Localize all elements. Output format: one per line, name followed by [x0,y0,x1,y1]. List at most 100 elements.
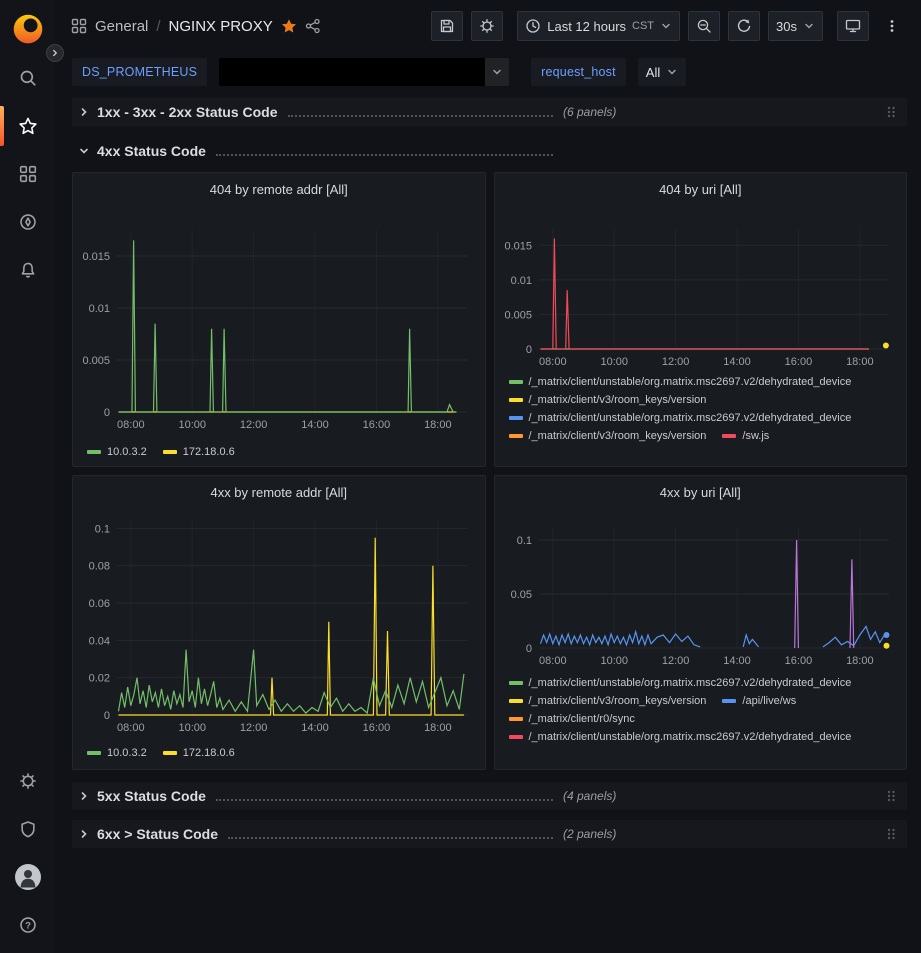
legend-item[interactable]: /api/live/ws [722,694,796,708]
apps-grid-icon [71,18,87,34]
row-drag-handle[interactable] [881,103,901,121]
legend-item[interactable]: /_matrix/client/unstable/org.matrix.msc2… [509,676,852,690]
row-header-left: 6xx > Status Code [78,826,563,842]
sidebar-item-search[interactable] [0,54,55,102]
share-icon[interactable] [305,18,321,34]
panel-title[interactable]: 4xx by uri [All] [503,482,899,506]
breadcrumb-folder[interactable]: General [95,18,148,35]
avatar [15,864,41,890]
legend-item[interactable]: 10.0.3.2 [87,746,147,760]
legend-swatch [163,450,177,454]
row-drag-handle[interactable] [881,787,901,805]
svg-text:0.05: 0.05 [510,589,531,601]
legend-swatch [722,434,736,438]
svg-text:0: 0 [525,643,531,655]
time-range-label: Last 12 hours [547,19,626,34]
dashboard-settings-button[interactable] [471,11,503,41]
svg-text:18:00: 18:00 [846,655,874,667]
zoom-out-time-button[interactable] [688,11,720,41]
row-dotted-leader [216,792,553,801]
row-6xx[interactable]: 6xx > Status Code (2 panels) [72,820,907,848]
cycle-view-mode-button[interactable] [837,11,869,41]
svg-text:0.01: 0.01 [89,303,110,315]
variables-bar: DS_PROMETHEUS request_host All [55,52,921,92]
chevron-right-icon [78,790,90,802]
row-drag-handle[interactable] [881,825,901,843]
legend-item[interactable]: /_matrix/client/v3/room_keys/version [509,429,707,443]
sidebar-item-starred[interactable] [0,102,55,150]
refresh-icon [736,18,752,34]
svg-text:14:00: 14:00 [301,722,329,734]
svg-text:10:00: 10:00 [600,655,628,667]
svg-text:18:00: 18:00 [424,722,452,734]
row-dotted-leader [216,147,553,156]
chart-404-by-remote-addr[interactable]: 08:0010:0012:0014:0016:0018:0000.0050.01… [81,203,477,443]
svg-text:12:00: 12:00 [240,419,268,431]
kebab-icon [884,18,900,34]
sidebar-item-dashboards[interactable] [0,150,55,198]
legend-item[interactable]: /_matrix/client/unstable/org.matrix.msc2… [509,411,852,425]
shield-icon [19,820,37,838]
legend-item[interactable]: 172.18.0.6 [163,445,235,459]
row-title: 4xx Status Code [97,143,206,159]
save-icon [439,18,455,34]
svg-text:0.06: 0.06 [89,598,110,610]
svg-text:0.04: 0.04 [89,635,110,647]
svg-text:16:00: 16:00 [784,655,812,667]
sidebar-item-alerting[interactable] [0,246,55,294]
row-5xx[interactable]: 5xx Status Code (4 panels) [72,782,907,810]
legend-item[interactable]: /_matrix/client/unstable/org.matrix.msc2… [509,730,852,744]
svg-text:0.005: 0.005 [504,309,532,321]
monitor-icon [845,18,861,34]
row-title: 1xx - 3xx - 2xx Status Code [97,104,278,120]
row-panel-count: (2 panels) [563,827,616,841]
explore-compass-icon [19,213,37,231]
sidebar-item-server-admin[interactable] [0,805,55,853]
sidebar: ? [0,0,55,953]
svg-text:0.015: 0.015 [82,251,110,263]
sidebar-item-profile[interactable] [0,853,55,901]
refresh-interval-dropdown[interactable]: 30s [768,11,823,41]
row-title: 5xx Status Code [97,788,206,804]
svg-text:14:00: 14:00 [723,356,751,368]
legend-item[interactable]: /_matrix/client/v3/room_keys/version [509,694,707,708]
svg-text:08:00: 08:00 [117,722,145,734]
chart-404-by-uri[interactable]: 08:0010:0012:0014:0016:0018:0000.0050.01… [503,203,899,373]
chart-legend: 10.0.3.2 172.18.0.6 [81,744,477,760]
dashboard-content: 1xx - 3xx - 2xx Status Code (6 panels) 4… [55,92,921,953]
chevron-down-icon [803,20,815,32]
panel-title[interactable]: 404 by uri [All] [503,179,899,203]
gear-icon [479,18,495,34]
favorite-star-icon[interactable] [281,18,297,34]
svg-text:08:00: 08:00 [539,655,567,667]
row-4xx[interactable]: 4xx Status Code [72,138,907,164]
page-title[interactable]: NGINX PROXY [169,18,273,35]
request-host-dropdown[interactable]: All [638,58,686,86]
sidebar-item-configuration[interactable] [0,757,55,805]
legend-item[interactable]: /_matrix/client/unstable/org.matrix.msc2… [509,375,852,389]
row-dotted-leader [228,830,553,839]
time-range-picker[interactable]: Last 12 hours CST [517,11,680,41]
row-1xx-3xx-2xx[interactable]: 1xx - 3xx - 2xx Status Code (6 panels) [72,98,907,126]
chart-4xx-by-uri[interactable]: 08:0010:0012:0014:0016:0018:0000.050.1 [503,506,899,674]
legend-item[interactable]: /_matrix/client/v3/room_keys/version [509,393,707,407]
refresh-button[interactable] [728,11,760,41]
sidebar-item-help[interactable]: ? [0,901,55,949]
panel-title[interactable]: 4xx by remote addr [All] [81,482,477,506]
row-header-left: 5xx Status Code [78,788,563,804]
legend-item[interactable]: 172.18.0.6 [163,746,235,760]
legend-item[interactable]: /sw.js [722,429,769,443]
svg-text:0.1: 0.1 [516,535,531,547]
datasource-dropdown[interactable] [219,58,509,86]
more-options-kebab-button[interactable] [877,11,907,41]
sidebar-item-explore[interactable] [0,198,55,246]
save-dashboard-button[interactable] [431,11,463,41]
legend-item[interactable]: /_matrix/client/r0/sync [509,712,635,726]
chevron-down-icon [78,145,90,157]
svg-text:10:00: 10:00 [178,419,206,431]
legend-item[interactable]: 10.0.3.2 [87,445,147,459]
panel-title[interactable]: 404 by remote addr [All] [81,179,477,203]
chart-4xx-by-remote-addr[interactable]: 08:0010:0012:0014:0016:0018:0000.020.040… [81,506,477,744]
sidebar-expand-button[interactable] [46,44,64,62]
grafana-logo[interactable] [8,8,48,48]
